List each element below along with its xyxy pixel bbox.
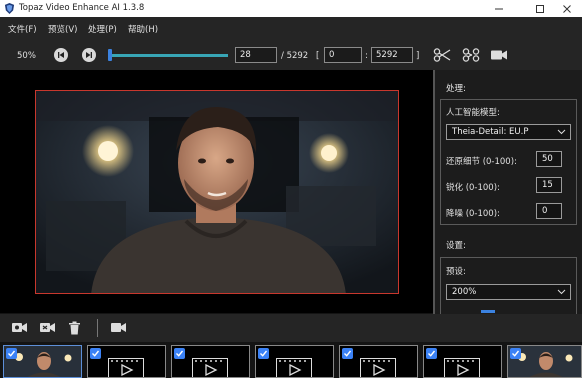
scroll-indicator[interactable] (481, 310, 495, 313)
thumbnail-checkbox[interactable] (510, 348, 521, 359)
sharpen-input[interactable]: 15 (536, 177, 562, 193)
chevron-down-icon (557, 289, 566, 295)
play-next-icon (86, 52, 92, 58)
range-separator: : (365, 51, 368, 61)
scissors-icon[interactable] (433, 48, 451, 62)
restore-detail-label: 还原细节 (0-100): (446, 157, 517, 167)
title-bar: Topaz Video Enhance AI 1.3.8 (0, 0, 582, 17)
zoom-level[interactable]: 50% (17, 51, 36, 61)
range-start-input[interactable]: 0 (324, 47, 362, 63)
preset-label: 预设: (446, 267, 466, 277)
menu-preview[interactable]: 预览(V) (48, 23, 77, 35)
minimize-icon (495, 8, 503, 9)
menu-bar: 文件(F) 预览(V) 处理(P) 帮助(H) (0, 17, 582, 40)
video-preview-frame[interactable] (35, 90, 399, 294)
toolbar-divider (97, 319, 98, 337)
thumbnail-item[interactable] (87, 345, 166, 378)
window-title: Topaz Video Enhance AI 1.3.8 (19, 3, 145, 13)
total-frames: / 5292 (281, 51, 309, 61)
play-next-button[interactable] (82, 48, 96, 62)
thumbnail-checkbox[interactable] (258, 348, 269, 359)
preset-dropdown[interactable]: 200% (446, 284, 571, 300)
current-frame-input[interactable]: 28 (235, 47, 277, 63)
processing-group: 人工智能模型: Theia-Detail: EU.P 还原细节 (0-100):… (440, 99, 577, 225)
thumbnail-item[interactable] (255, 345, 334, 378)
thumbnail-checkbox[interactable] (174, 348, 185, 359)
range-end-input[interactable]: 5292 (371, 47, 413, 63)
checkmark-icon (428, 350, 436, 357)
film-play-icon (444, 358, 480, 377)
menu-process[interactable]: 处理(P) (88, 23, 117, 35)
close-button[interactable] (550, 0, 582, 17)
preset-value: 200% (452, 287, 477, 297)
film-play-icon (108, 358, 144, 377)
thumbnail-checkbox[interactable] (6, 348, 17, 359)
settings-panel: 处理: 人工智能模型: Theia-Detail: EU.P 还原细节 (0-1… (435, 70, 582, 317)
close-icon (563, 4, 571, 13)
maximize-icon (536, 4, 544, 13)
processing-heading: 处理: (446, 84, 466, 94)
thumbnail-strip (0, 342, 582, 378)
timeline-handle[interactable] (108, 49, 112, 61)
trash-icon[interactable] (68, 321, 81, 335)
checkmark-icon (344, 350, 352, 357)
timeline-track[interactable] (110, 54, 228, 57)
checkmark-icon (260, 350, 268, 357)
film-play-icon (192, 358, 228, 377)
checkmark-icon (176, 350, 184, 357)
thumbnail-item[interactable] (3, 345, 82, 378)
thumbnail-item[interactable] (507, 345, 582, 378)
menu-help[interactable]: 帮助(H) (128, 23, 158, 35)
skip-back-icon (58, 52, 64, 58)
ai-model-value: Theia-Detail: EU.P (452, 127, 529, 137)
restore-detail-input[interactable]: 50 (536, 151, 562, 167)
checkmark-icon (92, 350, 100, 357)
video-camera-icon[interactable] (490, 49, 508, 61)
settings-group: 预设: 200% (440, 257, 577, 317)
checkmark-icon (8, 350, 16, 357)
denoise-label: 降噪 (0-100): (446, 209, 500, 219)
denoise-input[interactable]: 0 (536, 203, 562, 219)
export-video-icon[interactable] (110, 321, 127, 334)
ai-model-dropdown[interactable]: Theia-Detail: EU.P (446, 124, 571, 140)
thumbnail-item[interactable] (423, 345, 502, 378)
range-open-bracket: [ (316, 51, 320, 61)
skip-back-button[interactable] (54, 48, 68, 62)
topaz-shield-icon (4, 3, 15, 14)
add-video-icon[interactable] (11, 321, 28, 334)
range-close-bracket: ] (416, 51, 420, 61)
minimize-button[interactable] (482, 0, 516, 17)
control-bar: 50% 28 / 5292 [ 0 : 5292 ] (0, 40, 582, 70)
menu-file[interactable]: 文件(F) (8, 23, 37, 35)
bottom-toolbar (0, 314, 582, 342)
preview-area (0, 70, 433, 313)
ai-model-label: 人工智能模型: (446, 108, 500, 118)
chevron-down-icon (557, 129, 566, 135)
checkmark-icon (512, 350, 520, 357)
video-frame-image (36, 91, 398, 293)
thumbnail-checkbox[interactable] (426, 348, 437, 359)
film-play-icon (360, 358, 396, 377)
thumbnail-checkbox[interactable] (90, 348, 101, 359)
thumbnail-checkbox[interactable] (342, 348, 353, 359)
split-scissors-icon[interactable] (462, 48, 480, 62)
thumbnail-item[interactable] (339, 345, 418, 378)
thumbnail-item[interactable] (171, 345, 250, 378)
film-play-icon (276, 358, 312, 377)
import-video-icon[interactable] (39, 321, 56, 334)
settings-heading: 设置: (446, 241, 466, 251)
sharpen-label: 锐化 (0-100): (446, 183, 500, 193)
